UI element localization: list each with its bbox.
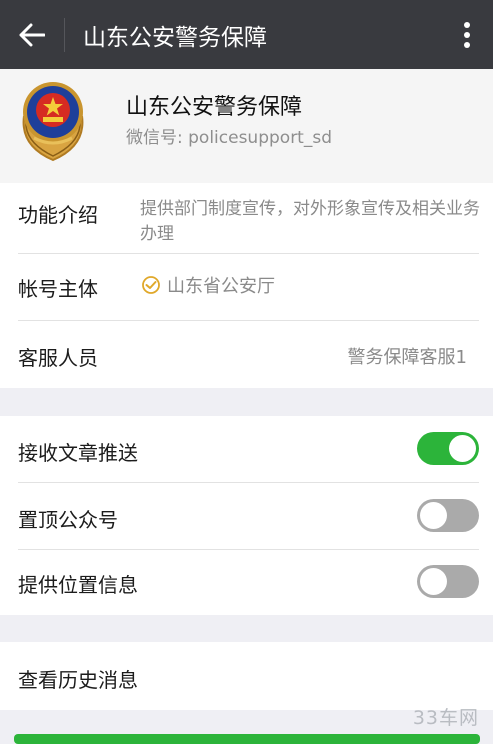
police-emblem-icon xyxy=(22,82,84,162)
intro-text: 提供部门制度宣传，对外形象宣传及相关业务办理 xyxy=(140,199,480,244)
arrow-left-icon xyxy=(19,23,45,46)
follow-button-partial[interactable] xyxy=(14,734,480,744)
account-name: 山东公安警务保障 xyxy=(126,95,303,120)
setting-row-article-push: 接收文章推送 xyxy=(0,416,493,482)
toggle-knob xyxy=(420,568,447,595)
intro-row: 功能介绍 提供部门制度宣传，对外形象宣传及相关业务办理 xyxy=(0,183,493,253)
toggle-pin[interactable] xyxy=(417,499,479,532)
wechat-id: 微信号: policesupport_sd xyxy=(126,128,332,148)
customer-service-value[interactable]: 警务保障客服1 xyxy=(348,343,467,369)
header-divider xyxy=(64,17,65,52)
back-button[interactable] xyxy=(0,0,64,69)
watermark: 33车网 xyxy=(412,707,479,729)
more-button[interactable] xyxy=(441,0,493,69)
info-section: 功能介绍 提供部门制度宣传，对外形象宣传及相关业务办理 帐号主体 山东省公安厅 … xyxy=(0,183,493,388)
toggle-knob xyxy=(449,435,476,462)
settings-section: 接收文章推送 置顶公众号 提供位置信息 xyxy=(0,416,493,615)
setting-row-pin: 置顶公众号 xyxy=(0,483,493,549)
subject-label: 帐号主体 xyxy=(18,277,98,301)
history-row[interactable]: 查看历史消息 xyxy=(0,642,493,710)
setting-row-location: 提供位置信息 xyxy=(0,550,493,615)
setting-label: 提供位置信息 xyxy=(18,573,138,597)
profile-section: 山东公安警务保障 微信号: policesupport_sd xyxy=(0,69,493,183)
toggle-article-push[interactable] xyxy=(417,432,479,465)
page-title: 山东公安警务保障 xyxy=(83,24,267,51)
verified-check-icon xyxy=(142,276,160,294)
setting-label: 接收文章推送 xyxy=(18,441,138,465)
setting-label: 置顶公众号 xyxy=(18,508,118,532)
history-label: 查看历史消息 xyxy=(18,668,138,692)
history-section[interactable]: 查看历史消息 xyxy=(0,642,493,710)
more-vertical-icon xyxy=(464,21,470,48)
intro-label: 功能介绍 xyxy=(18,203,98,227)
top-bar: 山东公安警务保障 xyxy=(0,0,493,69)
subject-value-text: 山东省公安厅 xyxy=(167,276,275,297)
customer-service-label: 客服人员 xyxy=(18,346,98,370)
toggle-knob xyxy=(420,502,447,529)
subject-value[interactable]: 山东省公安厅 xyxy=(141,272,275,298)
toggle-location[interactable] xyxy=(417,565,479,598)
